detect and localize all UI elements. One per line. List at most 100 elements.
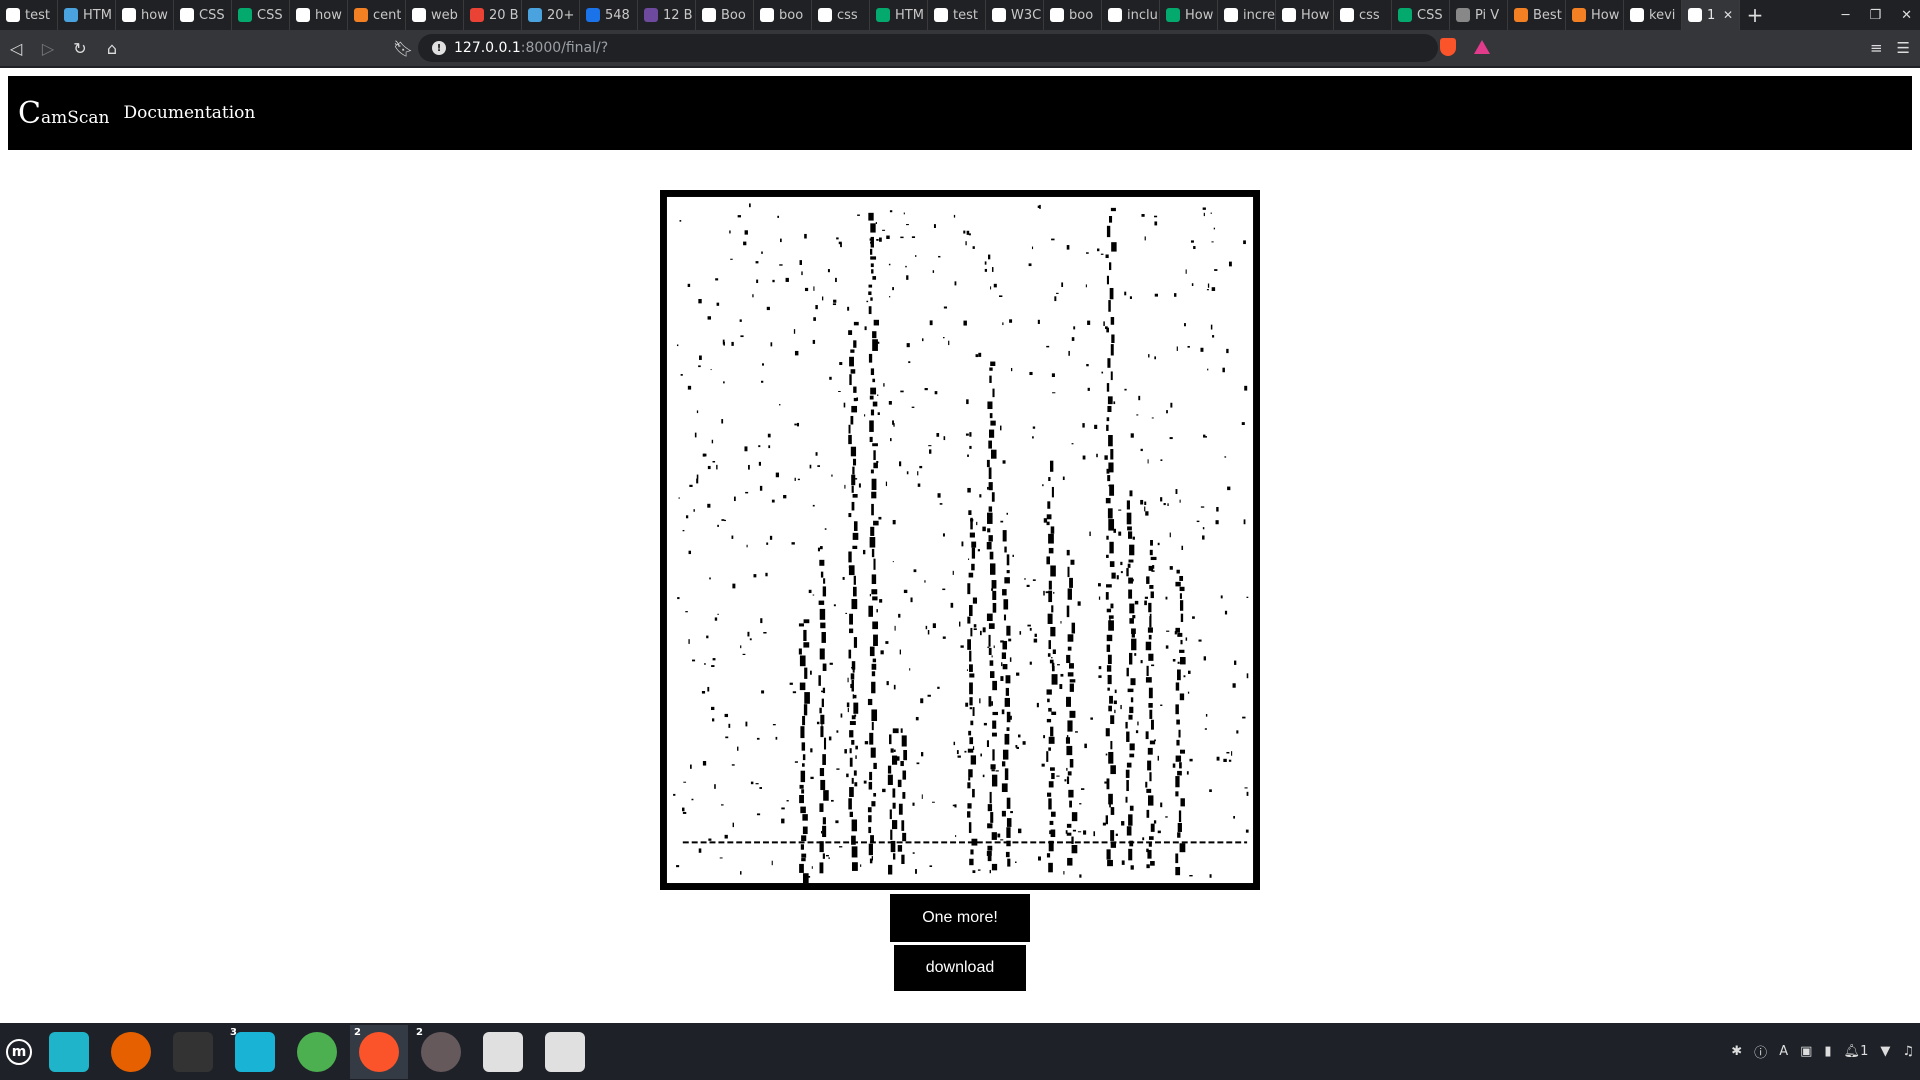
tab-title: How <box>1591 7 1620 23</box>
window-count-badge: 2 <box>416 1026 423 1038</box>
address-bar[interactable]: ! 127.0.0.1:8000/final/? <box>418 34 1438 62</box>
tab-title: css <box>1359 7 1380 23</box>
browser-tab[interactable]: HTM <box>58 0 116 30</box>
browser-tab[interactable]: How <box>1566 0 1624 30</box>
browser-tab[interactable]: How <box>1276 0 1334 30</box>
taskbar-app-atom[interactable]: 2 <box>412 1025 470 1079</box>
tab-title: HTM <box>83 7 112 23</box>
browser-tab[interactable]: 20 B <box>464 0 522 30</box>
menu-icon[interactable]: ☰ <box>1897 39 1910 57</box>
tab-title: how <box>315 7 342 23</box>
taskbar: m 3 2 2 ✱ ⓘ A ▣ ▮ 🔔︎1 ▼ ♫ <box>0 1023 1920 1080</box>
browser-tab[interactable]: 1 ✕ <box>1682 0 1740 30</box>
keyboard-icon[interactable]: A <box>1779 1044 1788 1059</box>
stackoverflow-icon <box>354 8 368 22</box>
tab-title: HTM <box>895 7 924 23</box>
taskbar-app-show-desktop[interactable] <box>40 1025 98 1079</box>
browser-tab[interactable]: css <box>812 0 870 30</box>
google-icon <box>934 8 948 22</box>
globe-icon <box>1456 8 1470 22</box>
taskbar-app-text-editor[interactable] <box>474 1025 532 1079</box>
google-icon <box>296 8 310 22</box>
download-button[interactable]: download <box>894 945 1026 991</box>
browser-tab[interactable]: 20+ <box>522 0 580 30</box>
nvidia-icon[interactable]: ▣ <box>1800 1044 1812 1059</box>
tab-title: CSS <box>1417 7 1443 23</box>
browser-tab[interactable]: boo <box>1044 0 1102 30</box>
terminal-icon <box>173 1031 213 1072</box>
reload-icon[interactable]: ↻ <box>64 32 96 64</box>
browser-tab[interactable]: HTM <box>870 0 928 30</box>
home-icon[interactable]: ⌂ <box>96 32 128 64</box>
brave-rewards-icon[interactable] <box>1474 40 1490 54</box>
tab-title: how <box>141 7 168 23</box>
close-tab-icon[interactable]: ✕ <box>1723 8 1733 22</box>
taskbar-app-firefox[interactable] <box>102 1025 160 1079</box>
google-icon <box>6 8 20 22</box>
google-icon <box>412 8 426 22</box>
battery-icon[interactable]: ▮ <box>1824 1044 1831 1059</box>
browser-tab[interactable]: CSS <box>1392 0 1450 30</box>
restore-icon[interactable]: ❐ <box>1869 8 1881 23</box>
tab-title: 548 <box>605 7 630 23</box>
google-icon <box>818 8 832 22</box>
mint-menu-icon[interactable]: m <box>6 1038 32 1065</box>
bookmark-icon[interactable]: 🔖︎ <box>387 32 419 64</box>
browser-tab[interactable]: css <box>1334 0 1392 30</box>
forward-icon[interactable]: ▷ <box>32 32 64 64</box>
update-icon[interactable]: ⓘ <box>1754 1042 1767 1061</box>
browser-tab[interactable]: W3C <box>986 0 1044 30</box>
browser-tab[interactable]: how <box>116 0 174 30</box>
brave-shield-icon[interactable] <box>1440 38 1456 56</box>
browser-tab[interactable]: inclu <box>1102 0 1160 30</box>
tab-title: W3C <box>1011 7 1042 23</box>
browser-tab[interactable]: web <box>406 0 464 30</box>
close-window-icon[interactable]: ✕ <box>1901 8 1912 23</box>
tab-title: How <box>1301 7 1330 23</box>
text-editor-icon <box>545 1031 585 1072</box>
browser-tab[interactable]: Best <box>1508 0 1566 30</box>
w3schools-green-icon <box>1166 8 1180 22</box>
browser-tab[interactable]: how <box>290 0 348 30</box>
tab-title: test <box>25 7 50 23</box>
taskbar-app-brave[interactable]: 2 <box>350 1024 408 1079</box>
browser-tab[interactable]: Pi V <box>1450 0 1508 30</box>
taskbar-app-terminal[interactable] <box>164 1025 222 1079</box>
one-more-button[interactable]: One more! <box>890 894 1030 942</box>
browser-tab[interactable]: CSS <box>232 0 290 30</box>
info-icon[interactable]: ! <box>432 41 446 55</box>
browser-tab[interactable]: CSS <box>174 0 232 30</box>
gmail-icon <box>470 8 484 22</box>
files-icon <box>235 1031 275 1072</box>
browser-tab[interactable]: test <box>0 0 58 30</box>
scanned-document-image <box>660 190 1260 890</box>
brand-logo[interactable]: CamScan <box>18 96 109 131</box>
browser-tab[interactable]: Boo <box>696 0 754 30</box>
bluetooth-icon[interactable]: ✱ <box>1731 1044 1742 1059</box>
back-icon[interactable]: ◁ <box>0 32 32 64</box>
tab-title: 1 <box>1707 7 1716 23</box>
browser-tab[interactable]: kevi <box>1624 0 1682 30</box>
text-editor-icon <box>483 1031 523 1072</box>
tab-title: kevi <box>1649 7 1676 23</box>
documentation-link[interactable]: Documentation <box>123 103 255 123</box>
notification-icon[interactable]: 🔔︎1 <box>1844 1044 1869 1059</box>
purple-icon <box>644 8 658 22</box>
browser-tab[interactable]: test <box>928 0 986 30</box>
taskbar-app-files[interactable]: 3 <box>226 1025 284 1079</box>
browser-tab[interactable]: cent <box>348 0 406 30</box>
playlist-icon[interactable]: ≡ <box>1870 39 1883 57</box>
browser-tab[interactable]: incre <box>1218 0 1276 30</box>
browser-tab[interactable]: 548 <box>580 0 638 30</box>
browser-tab[interactable]: How <box>1160 0 1218 30</box>
browser-tab[interactable]: 12 B <box>638 0 696 30</box>
new-tab-icon[interactable]: + <box>1740 0 1770 30</box>
taskbar-app-chrome[interactable] <box>288 1025 346 1079</box>
bookmark-tab-icon <box>64 8 78 22</box>
browser-tab[interactable]: boo <box>754 0 812 30</box>
taskbar-app-text-editor[interactable] <box>536 1025 594 1079</box>
minimize-icon[interactable]: ─ <box>1842 8 1850 23</box>
sound-icon[interactable]: ♫ <box>1902 1044 1914 1059</box>
tab-title: 20+ <box>547 7 575 23</box>
wifi-icon[interactable]: ▼ <box>1880 1044 1890 1059</box>
